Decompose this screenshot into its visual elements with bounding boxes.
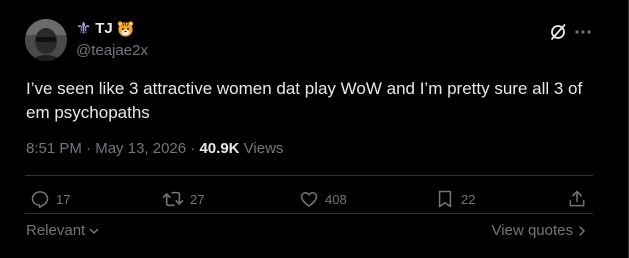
view-quotes-link[interactable]: View quotes (492, 222, 587, 239)
divider (25, 175, 593, 176)
grok-icon[interactable] (549, 23, 567, 41)
reply-count: 17 (56, 191, 71, 207)
bookmark-count: 22 (461, 191, 476, 207)
bookmark-icon (438, 190, 452, 208)
repost-button[interactable]: 27 (162, 189, 204, 209)
reply-button[interactable]: 17 (30, 189, 70, 209)
tiger-face-icon (117, 21, 133, 37)
like-button[interactable]: 408 (299, 189, 347, 209)
divider (25, 213, 593, 214)
avatar[interactable] (25, 19, 67, 61)
tweet-text: I’ve seen like 3 attractive women dat pl… (26, 79, 583, 122)
author-handle[interactable]: @teajae2x (76, 42, 148, 59)
user-avatar-photo-icon (25, 19, 67, 61)
sort-label: Relevant (26, 222, 86, 239)
tweet-meta: 8:51 PM · May 13, 2026 · 40.9K Views (26, 140, 283, 157)
tweet-date[interactable]: May 13, 2026 (95, 140, 186, 157)
chevron-right-icon (579, 225, 585, 236)
tweet-time[interactable]: 8:51 PM (26, 140, 82, 157)
more-options-icon[interactable] (575, 24, 591, 40)
repost-icon (162, 191, 184, 207)
sort-replies-dropdown[interactable]: Relevant (26, 222, 100, 239)
fleur-de-lis-icon: ⚜ (76, 19, 92, 38)
chevron-down-icon (89, 228, 99, 234)
share-icon (569, 190, 585, 207)
reply-icon (31, 191, 49, 209)
views-label: Views (239, 140, 284, 157)
views-count: 40.9K (199, 140, 240, 157)
meta-separator: · (81, 140, 96, 157)
view-quotes-label: View quotes (491, 222, 573, 239)
heart-icon (300, 192, 318, 207)
like-count: 408 (325, 191, 347, 207)
tweet-detail: ⚜ TJ @teajae2x I’ve seen like 3 attracti… (0, 0, 629, 258)
repost-count: 27 (190, 191, 205, 207)
meta-separator: · (186, 140, 200, 157)
bookmark-button[interactable]: 22 (435, 189, 475, 209)
author-name-row[interactable]: ⚜ TJ (76, 20, 134, 37)
share-button[interactable] (567, 189, 587, 209)
author-display-name[interactable]: TJ (95, 20, 113, 37)
